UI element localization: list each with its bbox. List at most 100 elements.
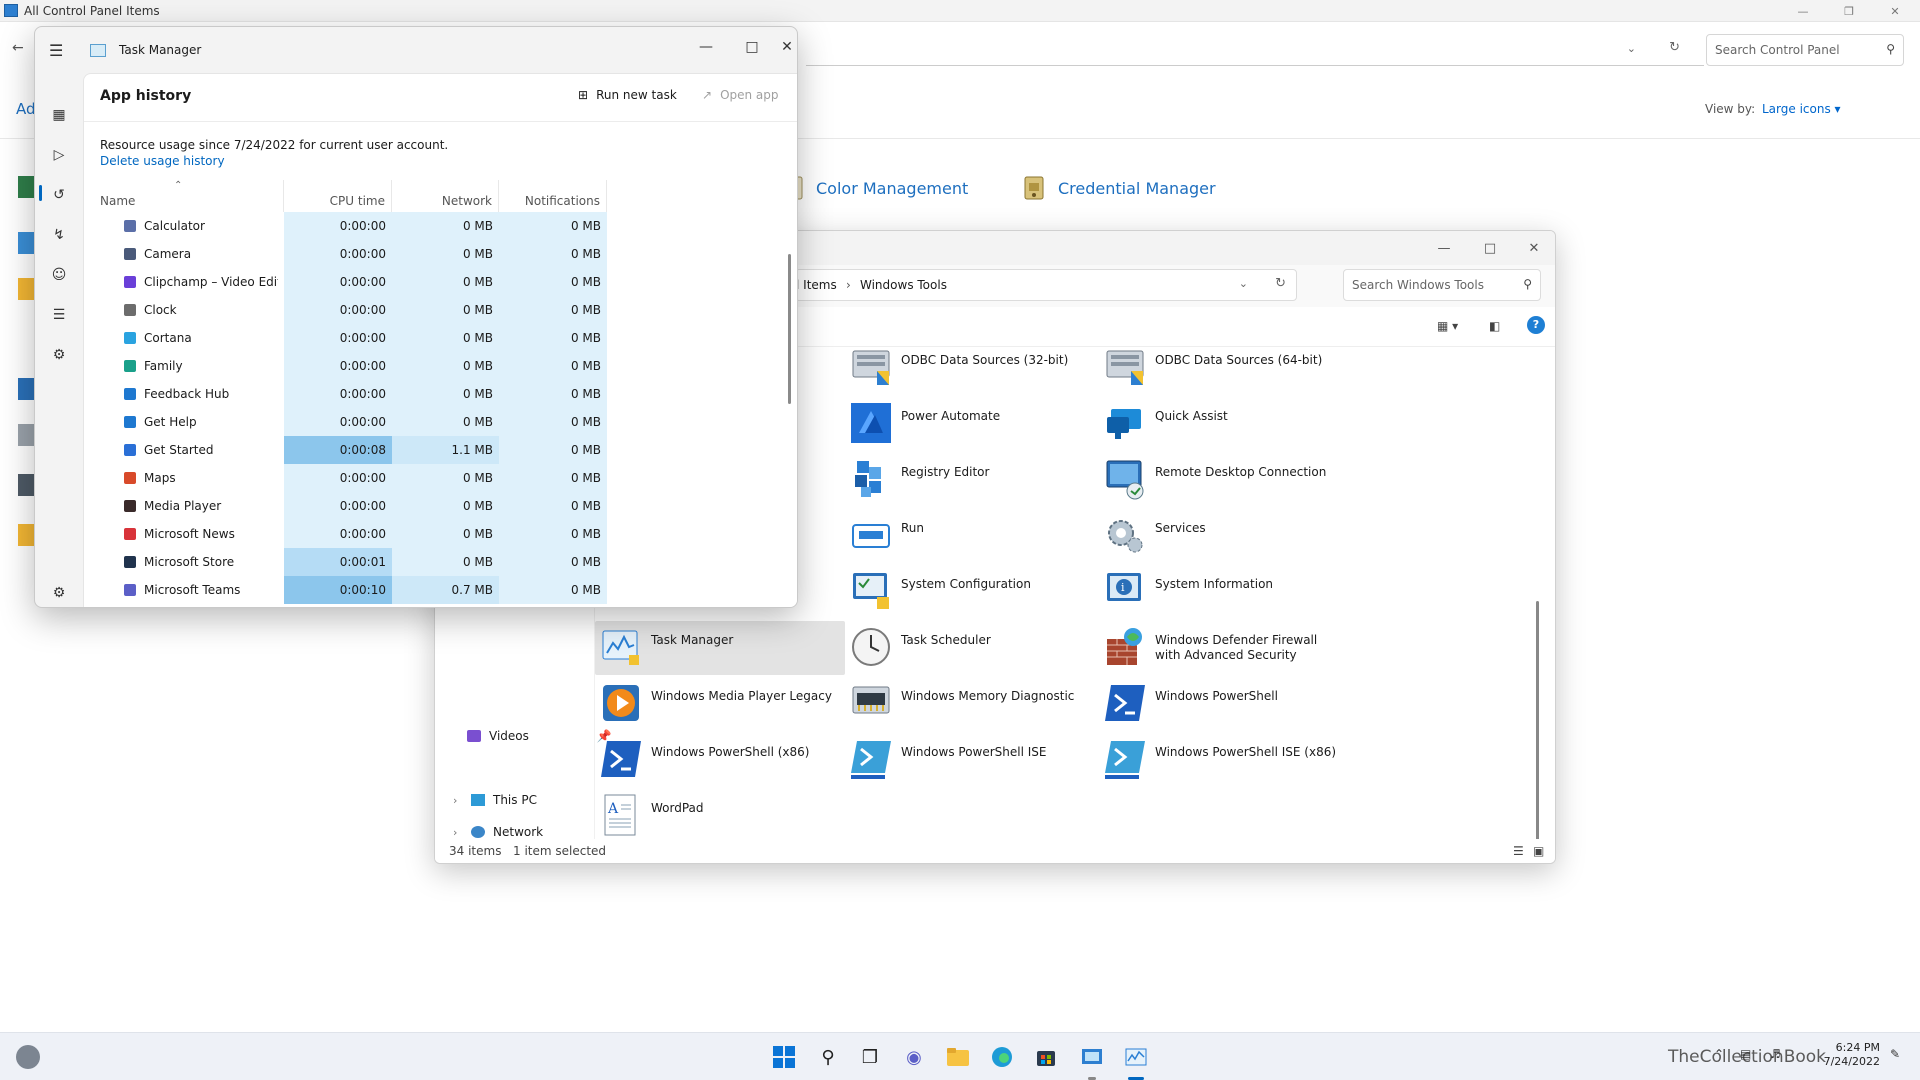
maximize-button[interactable]: □ — [1467, 231, 1513, 265]
tool-system-information[interactable]: i System Information — [1099, 565, 1349, 619]
maximize-button[interactable]: ❐ — [1826, 0, 1872, 22]
search-icon[interactable]: ⚲ — [1523, 277, 1532, 291]
control-panel-icon[interactable] — [1080, 1045, 1104, 1069]
details-pane-icon[interactable]: ◧ — [1489, 319, 1500, 333]
search-icon[interactable]: ⚲ — [816, 1045, 840, 1069]
cp-item-credential-manager[interactable]: Credential Manager — [1022, 174, 1216, 202]
minimize-button[interactable]: — — [1421, 231, 1467, 265]
table-row[interactable]: Maps 0:00:00 0 MB 0 MB — [84, 464, 784, 492]
table-row[interactable]: Family 0:00:00 0 MB 0 MB — [84, 352, 784, 380]
table-row[interactable]: Get Help 0:00:00 0 MB 0 MB — [84, 408, 784, 436]
table-row[interactable]: Clock 0:00:00 0 MB 0 MB — [84, 296, 784, 324]
open-app-button[interactable]: ↗ Open app — [702, 88, 779, 102]
settings-gear-icon[interactable]: ⚙ — [49, 583, 69, 603]
view-by-dropdown[interactable]: Large icons ▾ — [1762, 102, 1841, 116]
performance-icon[interactable]: ▷ — [49, 145, 69, 165]
breadcrumb-item[interactable]: Windows Tools — [860, 278, 947, 292]
users-icon[interactable]: ☺ — [49, 265, 69, 285]
details-icon[interactable]: ☰ — [49, 305, 69, 325]
file-explorer-icon[interactable] — [946, 1045, 970, 1069]
cp-item-color-management[interactable]: Color Management — [780, 174, 968, 202]
close-button[interactable]: ✕ — [775, 27, 797, 67]
chevron-right-icon[interactable]: › — [453, 826, 463, 839]
table-row[interactable]: Microsoft News 0:00:00 0 MB 0 MB — [84, 520, 784, 548]
help-icon[interactable]: ? — [1527, 316, 1545, 334]
table-row[interactable]: Get Started 0:00:08 1.1 MB 0 MB — [84, 436, 784, 464]
refresh-icon[interactable]: ↻ — [1275, 276, 1286, 291]
refresh-icon[interactable]: ↻ — [1669, 40, 1680, 55]
edge-icon[interactable] — [990, 1045, 1014, 1069]
table-row[interactable]: Cortana 0:00:00 0 MB 0 MB — [84, 324, 784, 352]
nav-item-this-pc[interactable]: › This PC — [453, 793, 537, 807]
table-row[interactable]: Camera 0:00:00 0 MB 0 MB — [84, 240, 784, 268]
tool-powershell[interactable]: Windows PowerShell — [1099, 677, 1349, 731]
vertical-scrollbar[interactable] — [1536, 601, 1539, 863]
services-icon[interactable]: ⚙ — [49, 345, 69, 365]
nav-item-network[interactable]: › Network — [453, 825, 543, 839]
table-row[interactable]: Media Player 0:00:00 0 MB 0 MB — [84, 492, 784, 520]
notification-icon[interactable]: ✎ — [1890, 1047, 1900, 1061]
minimize-button[interactable]: — — [1780, 0, 1826, 22]
search-icon[interactable]: ⚲ — [1886, 42, 1895, 56]
tool-quick-assist[interactable]: Quick Assist — [1099, 397, 1349, 451]
maximize-button[interactable]: □ — [729, 27, 775, 67]
table-row[interactable]: Clipchamp – Video Edit...0:00:000 MB0 MB — [84, 268, 784, 296]
tool-services[interactable]: Services — [1099, 509, 1349, 563]
column-header-cpu-time[interactable]: CPU time — [284, 180, 392, 212]
tool-defender-firewall[interactable]: Windows Defender Firewall with Advanced … — [1099, 621, 1349, 675]
nav-item-videos[interactable]: Videos 📌 — [467, 729, 612, 743]
tool-remote-desktop[interactable]: Remote Desktop Connection — [1099, 453, 1349, 507]
chevron-right-icon[interactable]: › — [453, 794, 463, 807]
tool-memory-diagnostic[interactable]: Windows Memory Diagnostic — [845, 677, 1095, 731]
tool-registry-editor[interactable]: Registry Editor — [845, 453, 1095, 507]
system-clock[interactable]: 6:24 PM 7/24/2022 — [1820, 1041, 1880, 1069]
view-layout-icon[interactable]: ▦ ▾ — [1437, 319, 1458, 333]
table-row[interactable]: Microsoft Store 0:00:01 0 MB 0 MB — [84, 548, 784, 576]
large-icons-view-icon[interactable]: ▣ — [1533, 844, 1544, 858]
windows-tools-address-bar[interactable]: l Items › Windows Tools ⌄ ↻ — [795, 269, 1297, 301]
start-icon[interactable] — [772, 1045, 796, 1069]
network-tray-icon[interactable]: ▤ — [1740, 1047, 1751, 1061]
minimize-button[interactable]: — — [683, 27, 729, 67]
table-row[interactable]: Calculator 0:00:00 0 MB 0 MB — [84, 212, 784, 240]
tool-powershell-ise-x86[interactable]: Windows PowerShell ISE (x86) — [1099, 733, 1349, 787]
tool-system-configuration[interactable]: System Configuration — [845, 565, 1095, 619]
volume-icon[interactable]: ♬ — [1770, 1047, 1781, 1061]
tool-odbc-64[interactable]: ODBC Data Sources (64-bit) — [1099, 341, 1349, 395]
column-header-network[interactable]: Network — [392, 180, 499, 212]
chevron-down-icon[interactable]: ⌄ — [1627, 42, 1636, 55]
tool-wordpad[interactable]: A WordPad — [595, 789, 845, 843]
details-view-icon[interactable]: ☰ — [1513, 844, 1524, 858]
windows-tools-search-input[interactable]: Search Windows Tools ⚲ — [1343, 269, 1541, 301]
tool-powershell-x86[interactable]: Windows PowerShell (x86) — [595, 733, 845, 787]
delete-usage-history-link[interactable]: Delete usage history — [100, 154, 225, 168]
table-row[interactable]: Microsoft Teams 0:00:10 0.7 MB 0 MB — [84, 576, 784, 604]
tool-media-player-legacy[interactable]: Windows Media Player Legacy — [595, 677, 845, 731]
task-manager-taskbar-icon[interactable] — [1124, 1045, 1148, 1069]
vertical-scrollbar[interactable] — [788, 254, 791, 404]
back-arrow-icon[interactable]: ← — [12, 40, 24, 56]
tool-task-manager[interactable]: Task Manager — [595, 621, 845, 675]
control-panel-search-input[interactable]: Search Control Panel ⚲ — [1706, 34, 1904, 66]
startup-apps-icon[interactable]: ↯ — [49, 225, 69, 245]
column-header-name[interactable]: Name — [84, 180, 284, 212]
store-icon[interactable] — [1034, 1045, 1058, 1069]
run-new-task-button[interactable]: ⊞ Run new task — [578, 88, 677, 102]
chevron-down-icon[interactable]: ⌄ — [1239, 277, 1248, 290]
tool-odbc-32[interactable]: ODBC Data Sources (32-bit) — [845, 341, 1095, 395]
tool-power-automate[interactable]: Power Automate — [845, 397, 1095, 451]
control-panel-address-bar[interactable]: ⌄ ↻ — [806, 34, 1704, 66]
table-row[interactable]: Feedback Hub 0:00:00 0 MB 0 MB — [84, 380, 784, 408]
weather-widget-icon[interactable] — [16, 1045, 40, 1069]
column-header-notifications[interactable]: Notifications — [499, 180, 607, 212]
breadcrumb-item[interactable]: l Items — [796, 278, 837, 292]
hamburger-menu-icon[interactable]: ☰ — [49, 41, 63, 60]
task-view-icon[interactable]: ❐ — [858, 1045, 882, 1069]
close-button[interactable]: ✕ — [1872, 0, 1918, 22]
chevron-up-icon[interactable]: ⌃ — [1714, 1047, 1724, 1061]
processes-icon[interactable]: ▦ — [49, 105, 69, 125]
tool-powershell-ise[interactable]: Windows PowerShell ISE — [845, 733, 1095, 787]
tool-run[interactable]: Run — [845, 509, 1095, 563]
close-button[interactable]: ✕ — [1511, 231, 1555, 265]
app-history-icon[interactable]: ↺ — [49, 185, 69, 205]
